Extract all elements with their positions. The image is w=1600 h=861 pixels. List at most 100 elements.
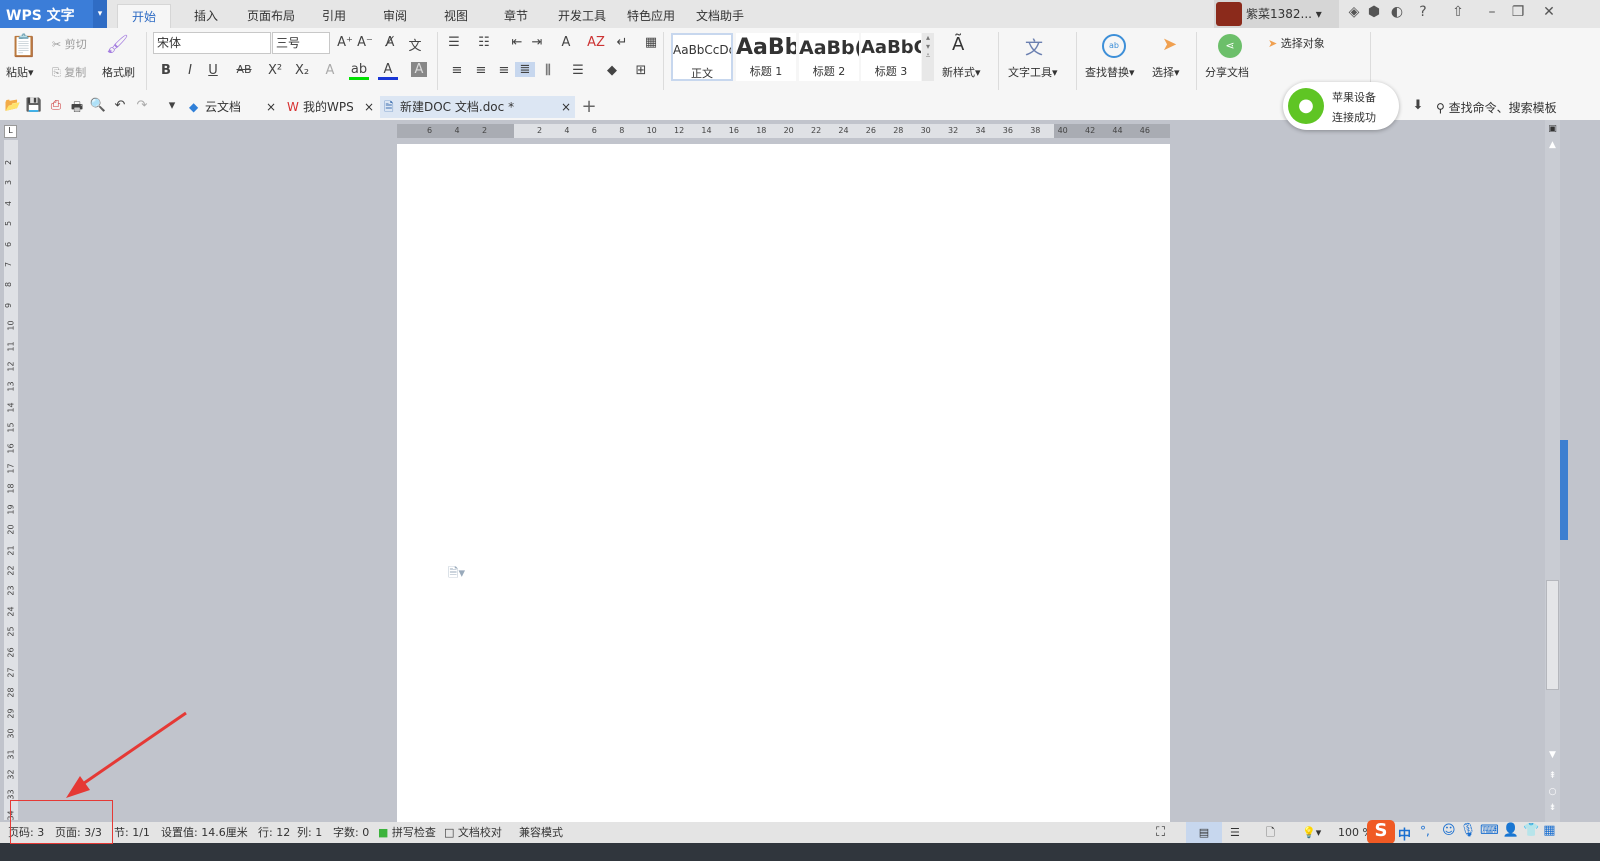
justify-icon[interactable]: ≣ (515, 62, 535, 77)
search-command-input[interactable]: ⚲ 查找命令、搜索模板 (1436, 99, 1557, 116)
scrollbar-thumb[interactable] (1546, 580, 1559, 690)
save-icon[interactable]: 💾 (24, 98, 44, 113)
styles-scroll[interactable]: ▴ ▾ ⩡ (922, 33, 934, 81)
text-effect-icon[interactable]: A (320, 63, 340, 78)
font-color-icon[interactable]: A (378, 62, 398, 80)
subscript-icon[interactable]: X₂ (292, 63, 312, 78)
notification-toast[interactable]: ● 苹果设备 连接成功 (1283, 82, 1399, 130)
clear-format-icon[interactable]: A̸ (380, 35, 400, 50)
style-1[interactable]: AaBb 标题 1 (736, 33, 796, 81)
print-icon[interactable]: 🖶 (67, 98, 87, 120)
align-right-icon[interactable]: ≡ (494, 63, 514, 78)
menu-tab[interactable]: 文档助手 (682, 4, 758, 28)
close-button[interactable]: ✕ (1538, 4, 1560, 20)
status-word-count[interactable]: 字数: 0 (333, 822, 369, 843)
undo-icon[interactable]: ↶ (110, 98, 130, 113)
minimize-button[interactable]: – (1481, 4, 1503, 20)
text-tools-button[interactable]: 文字工具▾ (1008, 64, 1058, 80)
doc-tab[interactable]: 🗎 新建DOC 文档.doc * × (380, 96, 575, 118)
line-spacing-icon[interactable]: ☰ (568, 63, 588, 78)
help-icon[interactable]: ? (1412, 4, 1434, 20)
menu-tab[interactable]: 审阅 (369, 4, 421, 28)
doc-tab[interactable]: W 我的WPS × (283, 96, 378, 118)
phonetic-icon[interactable]: 文 (405, 35, 425, 54)
vertical-ruler[interactable]: 2 3 4 5 6 7 8 9 10 11 12 13 14 15 16 17 18 19 20 21 22 23 24 25… (4, 140, 18, 820)
sort-icon[interactable]: AZ (586, 35, 606, 50)
select-button[interactable]: 选择▾ (1152, 64, 1180, 80)
align-left-icon[interactable]: ≡ (447, 63, 467, 78)
tab-stop-selector[interactable]: L (4, 125, 17, 138)
horizontal-ruler[interactable]: 6 4 2 2 4 6 8 10 12 14 16 18 20 22 24 26 28 30 32 34 36 38 40 4… (397, 124, 1170, 138)
ime-lang[interactable]: 中 (1398, 824, 1411, 843)
grow-font-icon[interactable]: A⁺ (335, 35, 355, 50)
table-icon[interactable]: ▦ (641, 35, 661, 50)
shading-icon[interactable]: ◆ (602, 63, 622, 78)
format-painter-icon[interactable]: 🖌 (106, 34, 129, 55)
select-object-button[interactable]: ➤ 选择对象 (1268, 35, 1325, 51)
scroll-down-button[interactable]: ▼ (1545, 750, 1560, 760)
split-view-icon[interactable]: ▣ (1545, 124, 1560, 134)
new-tab-button[interactable]: + (579, 96, 599, 117)
menu-tab[interactable]: 插入 (180, 4, 232, 28)
close-tab-icon[interactable]: × (561, 96, 571, 118)
menu-tab[interactable]: 引用 (308, 4, 360, 28)
side-panel-toggle[interactable] (1560, 440, 1568, 540)
skin-icon[interactable]: ◈ (1343, 4, 1365, 20)
font-size-select[interactable]: 三号 (272, 32, 330, 54)
chevron-down-icon[interactable]: ▾ (93, 0, 107, 28)
copy-button[interactable]: ⎘ 复制 (52, 64, 86, 80)
distribute-icon[interactable]: ⫼ (538, 63, 558, 78)
sogou-ime-icon[interactable]: S (1367, 820, 1395, 844)
bold-icon[interactable]: B (156, 63, 176, 78)
paste-options-icon[interactable]: 🗎▾ (448, 564, 465, 586)
shrink-font-icon[interactable]: A⁻ (355, 35, 375, 50)
settings-icon[interactable]: ⬢ (1363, 4, 1385, 20)
new-style-button[interactable]: 新样式▾ (942, 64, 981, 80)
paragraph-mark-icon[interactable]: ↵ (612, 35, 632, 50)
numbering-icon[interactable]: ☷ (474, 35, 494, 50)
proofread-toggle[interactable]: □ 文档校对 (444, 822, 502, 843)
align-center-icon[interactable]: ≡ (471, 63, 491, 78)
menu-tab[interactable]: 特色应用 (613, 4, 689, 28)
share-button[interactable]: 分享文档 (1205, 64, 1249, 80)
close-tab-icon[interactable]: × (364, 96, 374, 118)
style-2[interactable]: AaBb(标题 2 (799, 33, 859, 81)
page-nav-buttons[interactable]: ⇞ ○ ⇟ (1545, 768, 1560, 816)
user-account[interactable]: 紫菜1382... ▾ (1214, 0, 1339, 28)
upload-icon[interactable]: ⇧ (1447, 4, 1469, 20)
char-spacing-icon[interactable]: A (556, 35, 576, 50)
italic-icon[interactable]: I (180, 63, 200, 78)
fullscreen-icon[interactable]: ⛶ (1156, 822, 1165, 843)
spell-check-toggle[interactable]: ■ 拼写检查 (378, 822, 436, 843)
superscript-icon[interactable]: X² (265, 63, 285, 78)
menu-tab[interactable]: 章节 (490, 4, 542, 28)
quick-access-dropdown[interactable]: ▾ (162, 98, 182, 113)
underline-icon[interactable]: U (203, 63, 223, 78)
web-view-icon[interactable]: 🗋 (1266, 822, 1275, 843)
document-page[interactable] (397, 144, 1170, 822)
eye-protect-icon[interactable]: 💡▾ (1302, 822, 1321, 843)
print-preview-icon[interactable]: 🔍 (88, 98, 108, 113)
outline-view-icon[interactable]: ☰ (1230, 822, 1240, 843)
close-tab-icon[interactable]: × (266, 96, 276, 118)
feedback-icon[interactable]: ◐ (1386, 4, 1408, 20)
format-painter-button[interactable]: 格式刷 (102, 64, 135, 80)
restore-button[interactable]: ❐ (1507, 4, 1529, 20)
collapse-ribbon-icon[interactable]: ⬇ (1408, 98, 1428, 113)
menu-tab[interactable]: 开始 (117, 4, 172, 28)
app-menu-button[interactable]: WPS 文字 ▾ (0, 0, 107, 28)
decrease-indent-icon[interactable]: ⇤ (507, 35, 527, 50)
font-name-select[interactable]: 宋体 (153, 32, 271, 54)
menu-tab[interactable]: 开发工具 (544, 4, 620, 28)
highlight-icon[interactable]: ab (349, 62, 369, 80)
menu-tab[interactable]: 页面布局 (233, 4, 309, 28)
style-3[interactable]: AaBbC 标题 3 (861, 33, 921, 81)
redo-icon[interactable]: ↷ (132, 98, 152, 113)
doc-tab[interactable]: ◆ 云文档 × (185, 96, 280, 118)
open-icon[interactable]: 📂 (3, 98, 23, 113)
export-pdf-icon[interactable]: ⎙ (46, 98, 66, 113)
paste-button[interactable]: 粘贴▾ (6, 64, 34, 80)
ime-tools[interactable]: ☺🎙⌨👤👕▦ (1442, 823, 1560, 838)
menu-tab[interactable]: 视图 (430, 4, 482, 28)
paste-icon[interactable]: 📋 (8, 34, 40, 59)
